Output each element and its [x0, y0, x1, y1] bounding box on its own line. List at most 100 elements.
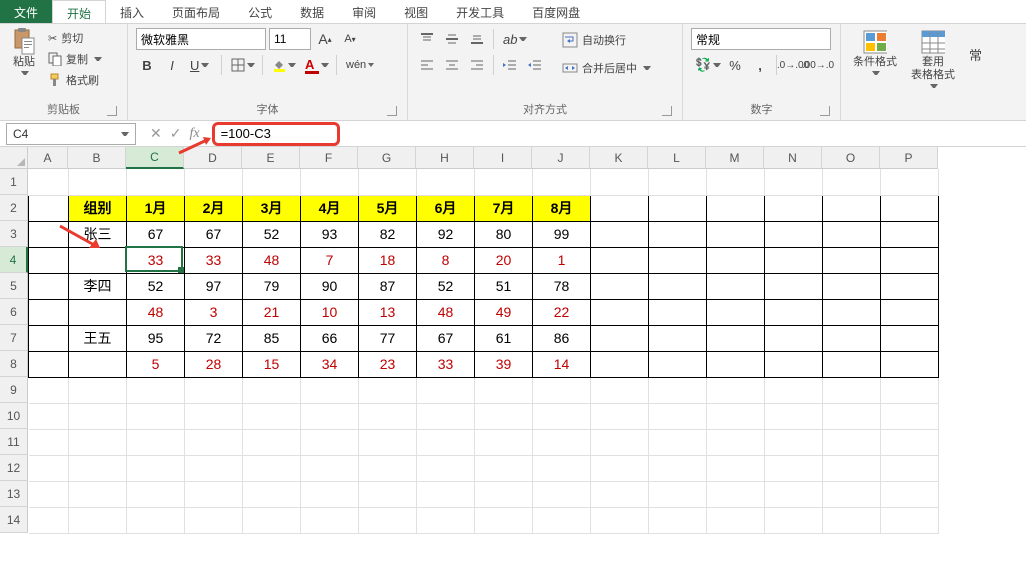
cell[interactable]	[823, 273, 881, 299]
conditional-format-button[interactable]: 条件格式	[849, 28, 901, 77]
row-header[interactable]: 6	[0, 299, 28, 325]
cell[interactable]	[707, 507, 765, 533]
cell[interactable]: 34	[301, 351, 359, 377]
cell[interactable]: 99	[533, 221, 591, 247]
cell[interactable]	[185, 429, 243, 455]
cell[interactable]: 王五	[69, 325, 127, 351]
format-painter-button[interactable]: 格式刷	[46, 70, 104, 90]
cell[interactable]: 15	[243, 351, 301, 377]
cell[interactable]	[29, 351, 69, 377]
cell[interactable]: 18	[359, 247, 417, 273]
cell[interactable]	[707, 195, 765, 221]
cell[interactable]	[649, 247, 707, 273]
cell[interactable]	[533, 481, 591, 507]
row-header[interactable]: 14	[0, 507, 28, 533]
cell[interactable]	[765, 507, 823, 533]
cell[interactable]	[649, 325, 707, 351]
align-top-button[interactable]	[416, 28, 438, 50]
cell[interactable]: 21	[243, 299, 301, 325]
cell[interactable]	[301, 455, 359, 481]
cell[interactable]	[765, 481, 823, 507]
align-center-button[interactable]	[441, 54, 463, 76]
cell[interactable]	[29, 507, 69, 533]
cell[interactable]	[475, 507, 533, 533]
increase-indent-button[interactable]	[524, 54, 546, 76]
cell[interactable]: 52	[127, 273, 185, 299]
cell[interactable]: 97	[185, 273, 243, 299]
cell[interactable]	[765, 273, 823, 299]
cell[interactable]: 52	[417, 273, 475, 299]
cell[interactable]	[475, 377, 533, 403]
cell[interactable]: 张三	[69, 221, 127, 247]
cell[interactable]: 79	[243, 273, 301, 299]
cell[interactable]	[823, 169, 881, 195]
cell[interactable]	[69, 351, 127, 377]
column-header[interactable]: K	[590, 147, 648, 169]
cell[interactable]	[649, 195, 707, 221]
cell[interactable]	[707, 247, 765, 273]
cell[interactable]	[69, 377, 127, 403]
cell[interactable]: 95	[127, 325, 185, 351]
cell[interactable]	[243, 429, 301, 455]
row-header[interactable]: 11	[0, 429, 28, 455]
cell[interactable]	[707, 325, 765, 351]
cell[interactable]	[707, 299, 765, 325]
cell[interactable]	[69, 481, 127, 507]
row-header[interactable]: 1	[0, 169, 28, 195]
cell[interactable]	[591, 195, 649, 221]
number-format-combo[interactable]	[691, 28, 831, 50]
comma-style-button[interactable]: ,	[749, 54, 771, 76]
cell[interactable]	[127, 377, 185, 403]
underline-button[interactable]: U	[186, 54, 216, 76]
cell[interactable]	[359, 481, 417, 507]
tab-formulas[interactable]: 公式	[234, 0, 286, 23]
cell[interactable]	[185, 455, 243, 481]
cell[interactable]	[707, 481, 765, 507]
cell[interactable]	[591, 325, 649, 351]
cell[interactable]	[243, 507, 301, 533]
cell[interactable]	[127, 507, 185, 533]
cell[interactable]	[243, 403, 301, 429]
increase-font-button[interactable]: A▴	[314, 28, 336, 50]
cell[interactable]	[417, 169, 475, 195]
cell[interactable]: 87	[359, 273, 417, 299]
cell[interactable]	[417, 403, 475, 429]
cell[interactable]: 6月	[417, 195, 475, 221]
cell[interactable]: 93	[301, 221, 359, 247]
column-header[interactable]: J	[532, 147, 590, 169]
cell[interactable]	[417, 481, 475, 507]
cell[interactable]: 3月	[243, 195, 301, 221]
name-box[interactable]: C4	[6, 123, 136, 145]
cell[interactable]	[185, 481, 243, 507]
italic-button[interactable]: I	[161, 54, 183, 76]
column-header[interactable]: B	[68, 147, 126, 169]
cell[interactable]	[533, 429, 591, 455]
cell[interactable]: 72	[185, 325, 243, 351]
cell[interactable]	[359, 403, 417, 429]
cell[interactable]: 10	[301, 299, 359, 325]
increase-decimal-button[interactable]: .0→.00	[782, 54, 804, 76]
cell[interactable]	[649, 507, 707, 533]
cell[interactable]	[649, 351, 707, 377]
column-header[interactable]: G	[358, 147, 416, 169]
cell[interactable]	[649, 169, 707, 195]
cell[interactable]	[127, 481, 185, 507]
cell[interactable]	[359, 455, 417, 481]
cell[interactable]	[823, 507, 881, 533]
cell[interactable]	[591, 221, 649, 247]
cell[interactable]	[127, 403, 185, 429]
cell[interactable]	[29, 481, 69, 507]
tab-baidu-disk[interactable]: 百度网盘	[518, 0, 594, 23]
cell[interactable]: 22	[533, 299, 591, 325]
cell[interactable]	[301, 481, 359, 507]
cell[interactable]	[127, 455, 185, 481]
cut-button[interactable]: ✂剪切	[46, 28, 104, 48]
cell[interactable]	[301, 507, 359, 533]
cell[interactable]	[649, 273, 707, 299]
cancel-icon[interactable]: ✕	[150, 125, 162, 142]
cell[interactable]	[881, 221, 939, 247]
tab-home[interactable]: 开始	[52, 0, 106, 23]
column-header[interactable]: P	[880, 147, 938, 169]
cell[interactable]	[69, 299, 127, 325]
row-header[interactable]: 8	[0, 351, 28, 377]
